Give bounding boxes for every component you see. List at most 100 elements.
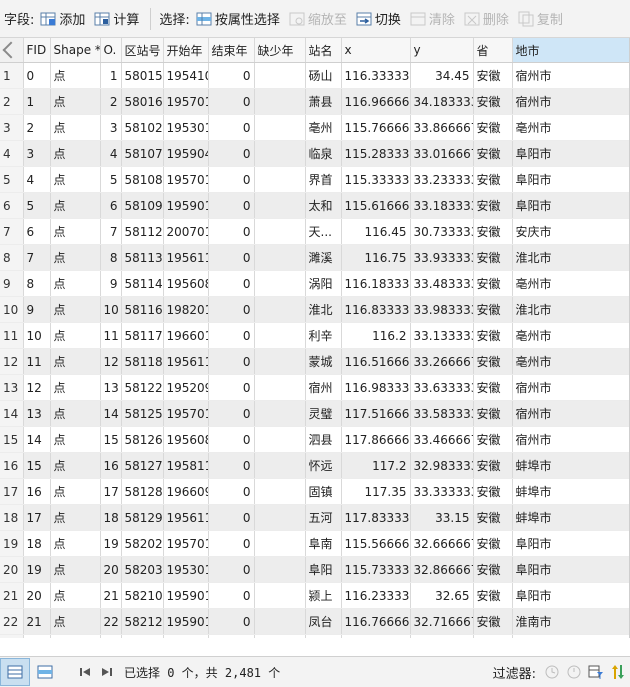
station-name-cell[interactable]: 临泉: [305, 140, 342, 167]
city-cell[interactable]: 安庆市: [512, 218, 629, 245]
shape-cell[interactable]: 点: [50, 608, 101, 635]
missing-years-cell[interactable]: [254, 634, 306, 638]
x-cell[interactable]: 116.45: [341, 218, 411, 245]
end-year-cell[interactable]: 0: [208, 62, 255, 89]
select-all-corner[interactable]: [0, 38, 24, 63]
x-cell[interactable]: 117.833333: [341, 504, 411, 531]
province-cell[interactable]: 安徽: [473, 426, 513, 453]
station-name-cell[interactable]: 亳州: [305, 114, 342, 141]
shape-cell[interactable]: 点: [50, 296, 101, 323]
table-row[interactable]: 4 3 点 4 58107 195904 0 临泉 115.283333 33.016667 安徽阜…: [0, 140, 629, 167]
city-cell[interactable]: 淮北市: [512, 296, 629, 323]
fid-cell[interactable]: 4: [23, 166, 51, 193]
fid-cell[interactable]: 9: [23, 296, 51, 323]
province-cell[interactable]: 安徽: [473, 140, 513, 167]
start-year-cell[interactable]: 195611: [163, 504, 209, 531]
city-cell[interactable]: 宿州市: [512, 88, 629, 115]
y-cell[interactable]: 33.933333: [410, 244, 474, 271]
province-cell[interactable]: 安徽: [473, 218, 513, 245]
y-cell[interactable]: 33.633333: [410, 374, 474, 401]
o-cell[interactable]: 16: [100, 452, 122, 479]
fid-cell[interactable]: 21: [23, 608, 51, 635]
missing-years-cell[interactable]: [254, 270, 306, 297]
start-year-cell[interactable]: 196601: [163, 322, 209, 349]
city-cell[interactable]: 蚌埠市: [512, 478, 629, 505]
missing-years-cell[interactable]: [254, 114, 306, 141]
y-cell[interactable]: 33.15: [410, 504, 474, 531]
city-cell[interactable]: 阜阳市: [512, 556, 629, 583]
province-cell[interactable]: 安徽: [473, 166, 513, 193]
end-year-cell[interactable]: 0: [208, 504, 255, 531]
station-id-cell[interactable]: 58210: [121, 582, 164, 609]
table-row[interactable]: 13 12 点 13 58122 195209 0 宿州 116.983333 33.633333…: [0, 374, 629, 401]
y-cell[interactable]: 32.983333: [410, 452, 474, 479]
missing-years-cell[interactable]: [254, 452, 306, 479]
city-cell[interactable]: 宿州市: [512, 62, 629, 89]
fid-cell[interactable]: 18: [23, 530, 51, 557]
row-number[interactable]: 10: [0, 296, 24, 323]
o-cell[interactable]: 3: [100, 114, 122, 141]
start-year-cell[interactable]: 195902: [163, 634, 209, 638]
o-cell[interactable]: 15: [100, 426, 122, 453]
province-cell[interactable]: 安徽: [473, 400, 513, 427]
y-cell[interactable]: 32.65: [410, 582, 474, 609]
end-year-cell[interactable]: 0: [208, 556, 255, 583]
column-header-missing-years[interactable]: 缺少年: [254, 38, 306, 63]
x-cell[interactable]: 115.333333: [341, 166, 411, 193]
province-cell[interactable]: 安徽: [473, 634, 513, 638]
start-year-cell[interactable]: 195901: [163, 582, 209, 609]
station-name-cell[interactable]: 淮北: [305, 296, 342, 323]
fid-cell[interactable]: 17: [23, 504, 51, 531]
shape-cell[interactable]: 点: [50, 634, 101, 638]
city-cell[interactable]: 阜阳市: [512, 140, 629, 167]
row-number[interactable]: 12: [0, 348, 24, 375]
o-cell[interactable]: 11: [100, 322, 122, 349]
y-cell[interactable]: 33.866667: [410, 114, 474, 141]
city-cell[interactable]: 淮北市: [512, 244, 629, 271]
province-cell[interactable]: 安徽: [473, 322, 513, 349]
shape-cell[interactable]: 点: [50, 400, 101, 427]
station-id-cell[interactable]: 58114: [121, 270, 164, 297]
city-cell[interactable]: 宿州市: [512, 426, 629, 453]
table-row[interactable]: 10 9 点 10 58116 198201 0 淮北 116.833333 33.983333 安…: [0, 296, 629, 323]
shape-cell[interactable]: 点: [50, 426, 101, 453]
station-id-cell[interactable]: 58125: [121, 400, 164, 427]
end-year-cell[interactable]: 0: [208, 322, 255, 349]
city-cell[interactable]: 六安市: [512, 634, 629, 638]
o-cell[interactable]: 5: [100, 166, 122, 193]
missing-years-cell[interactable]: [254, 88, 306, 115]
row-number[interactable]: 16: [0, 452, 24, 479]
x-cell[interactable]: 116.516667: [341, 348, 411, 375]
row-number[interactable]: 3: [0, 114, 24, 141]
missing-years-cell[interactable]: [254, 348, 306, 375]
start-year-cell[interactable]: 195701: [163, 88, 209, 115]
y-cell[interactable]: 34.45: [410, 62, 474, 89]
x-cell[interactable]: 117.866667: [341, 426, 411, 453]
table-row[interactable]: 12 11 点 12 58118 195611 0 蒙城 116.516667 33.266667…: [0, 348, 629, 375]
column-header-start-year[interactable]: 开始年: [163, 38, 209, 63]
city-cell[interactable]: 亳州市: [512, 322, 629, 349]
end-year-cell[interactable]: 0: [208, 478, 255, 505]
station-id-cell[interactable]: 58117: [121, 322, 164, 349]
missing-years-cell[interactable]: [254, 426, 306, 453]
row-number[interactable]: 4: [0, 140, 24, 167]
table-row[interactable]: 16 15 点 16 58127 195811 0 怀远 117.2 32.983333 安徽 蚌埠市: [0, 452, 629, 479]
end-year-cell[interactable]: 0: [208, 400, 255, 427]
end-year-cell[interactable]: 0: [208, 426, 255, 453]
station-id-cell[interactable]: 58108: [121, 166, 164, 193]
row-number[interactable]: 1: [0, 62, 24, 89]
end-year-cell[interactable]: 0: [208, 296, 255, 323]
station-name-cell[interactable]: 砀山: [305, 62, 342, 89]
column-header-fid[interactable]: FID: [23, 38, 51, 63]
row-number[interactable]: 8: [0, 244, 24, 271]
shape-cell[interactable]: 点: [50, 582, 101, 609]
shape-cell[interactable]: 点: [50, 88, 101, 115]
column-header-station-name[interactable]: 站名: [305, 38, 342, 63]
province-cell[interactable]: 安徽: [473, 374, 513, 401]
o-cell[interactable]: 2: [100, 88, 122, 115]
station-name-cell[interactable]: 濉溪: [305, 244, 342, 271]
province-cell[interactable]: 安徽: [473, 296, 513, 323]
start-year-cell[interactable]: 195608: [163, 270, 209, 297]
shape-cell[interactable]: 点: [50, 504, 101, 531]
x-cell[interactable]: 116.75: [341, 244, 411, 271]
